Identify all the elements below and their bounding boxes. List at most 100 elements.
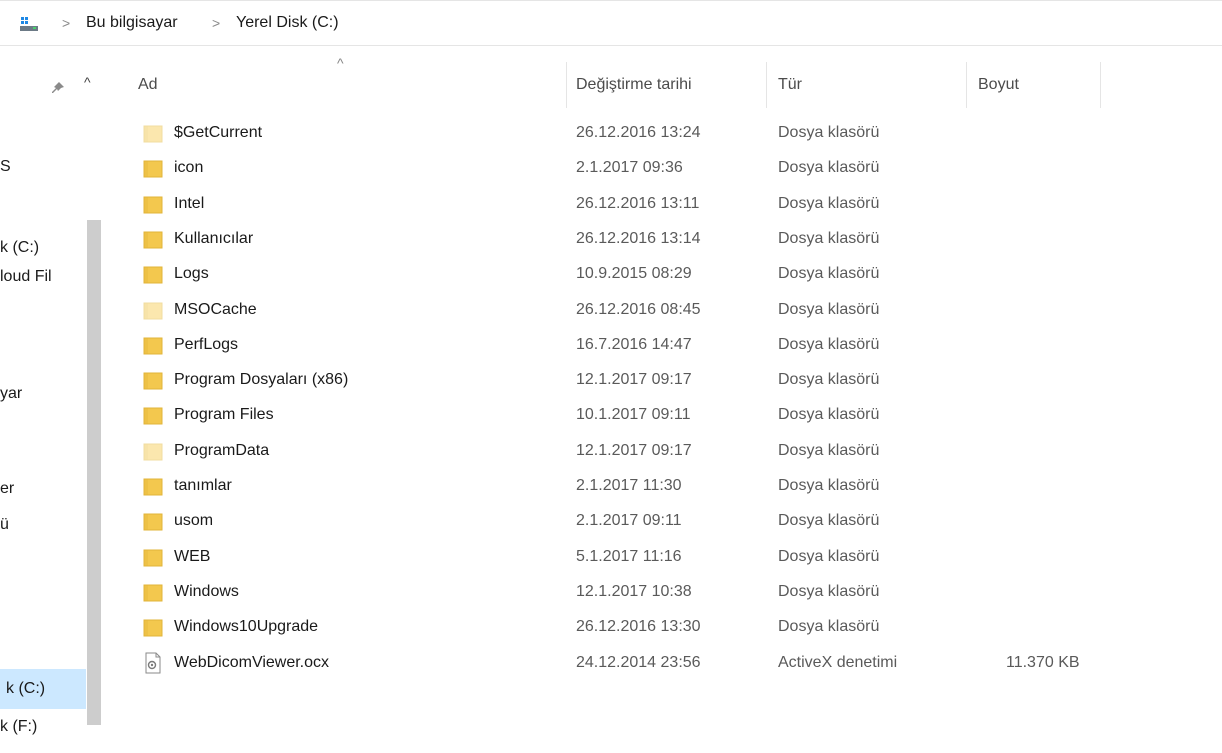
column-divider[interactable] bbox=[966, 62, 967, 108]
file-row[interactable]: MSOCache 26.12.2016 08:45 Dosya klasörü bbox=[130, 293, 1110, 328]
breadcrumb-separator[interactable]: > bbox=[212, 15, 220, 31]
file-row[interactable]: icon 2.1.2017 09:36 Dosya klasörü bbox=[130, 151, 1110, 186]
file-name: usom bbox=[174, 512, 214, 530]
file-name: MSOCache bbox=[174, 300, 257, 318]
file-row[interactable]: Intel 26.12.2016 13:11 Dosya klasörü bbox=[130, 187, 1110, 222]
folder-hidden-icon bbox=[143, 125, 163, 143]
file-type: Dosya klasörü bbox=[778, 300, 880, 318]
file-row[interactable]: ProgramData 12.1.2017 09:17 Dosya klasörü bbox=[130, 434, 1110, 469]
file-name: icon bbox=[174, 159, 204, 177]
breadcrumb-separator[interactable]: > bbox=[62, 15, 70, 31]
file-date: 26.12.2016 08:45 bbox=[576, 300, 701, 318]
nav-item[interactable]: yar bbox=[0, 385, 86, 403]
file-type: Dosya klasörü bbox=[778, 124, 880, 141]
file-row[interactable]: usom 2.1.2017 09:11 Dosya klasörü bbox=[130, 504, 1110, 539]
file-row[interactable]: Program Files 10.1.2017 09:11 Dosya klasör… bbox=[130, 398, 1110, 433]
file-type: Dosya klasörü bbox=[778, 265, 880, 283]
nav-item[interactable]: S bbox=[0, 158, 86, 176]
file-row[interactable]: Logs 10.9.2015 08:29 Dosya klasörü bbox=[130, 257, 1110, 292]
file-date: 26.12.2016 13:24 bbox=[576, 124, 701, 141]
nav-item[interactable]: k (F:) bbox=[0, 718, 86, 736]
file-row[interactable]: WebDicomViewer.ocx 24.12.2014 23:56 Active… bbox=[130, 646, 1110, 681]
file-date: 5.1.2017 11:16 bbox=[576, 547, 682, 565]
column-divider[interactable] bbox=[766, 62, 767, 108]
file-ocx-icon bbox=[145, 652, 161, 673]
folder-icon bbox=[143, 478, 163, 496]
file-date: 12.1.2017 09:17 bbox=[576, 371, 692, 389]
folder-icon bbox=[143, 196, 163, 214]
file-name: Kullanıcılar bbox=[174, 229, 254, 247]
file-date: 26.12.2016 13:14 bbox=[576, 229, 701, 247]
file-date: 10.9.2015 08:29 bbox=[576, 265, 692, 283]
file-name: Intel bbox=[174, 194, 205, 212]
file-name: Program Files bbox=[174, 406, 274, 424]
file-type: Dosya klasörü bbox=[778, 371, 880, 389]
file-name: $GetCurrent bbox=[174, 124, 263, 141]
file-name: ProgramData bbox=[174, 441, 270, 459]
folder-icon bbox=[143, 231, 163, 249]
file-date: 10.1.2017 09:11 bbox=[576, 406, 691, 424]
file-date: 2.1.2017 09:36 bbox=[576, 159, 683, 177]
file-row[interactable]: Windows10Upgrade 26.12.2016 13:30 Dosya kl… bbox=[130, 610, 1110, 645]
file-name: Windows bbox=[174, 582, 239, 600]
column-header-type[interactable]: Tür bbox=[778, 62, 802, 108]
nav-item[interactable]: er bbox=[0, 480, 86, 498]
column-header-date[interactable]: Değiştirme tarihi bbox=[576, 62, 692, 108]
address-bar[interactable]: > Bu bilgisayar > Yerel Disk (C:) bbox=[0, 0, 1222, 46]
file-row[interactable]: Windows 12.1.2017 10:38 Dosya klasörü bbox=[130, 575, 1110, 610]
folder-hidden-icon bbox=[143, 443, 163, 461]
file-name: Windows10Upgrade bbox=[174, 618, 319, 636]
nav-item[interactable]: k (C:) bbox=[0, 239, 86, 257]
file-row[interactable]: PerfLogs 16.7.2016 14:47 Dosya klasörü bbox=[130, 328, 1110, 363]
file-row[interactable]: tanımlar 2.1.2017 11:30 Dosya klasörü bbox=[130, 469, 1110, 504]
file-row[interactable]: Kullanıcılar 26.12.2016 13:14 Dosya klasör… bbox=[130, 222, 1110, 257]
navigation-pane: ^ S k (C:) loud Fil yar er ü k (C:) k (F… bbox=[0, 46, 104, 753]
file-name: Program Dosyaları (x86) bbox=[174, 371, 349, 389]
file-type: ActiveX denetimi bbox=[778, 653, 898, 671]
file-type: Dosya klasörü bbox=[778, 512, 880, 530]
file-type: Dosya klasörü bbox=[778, 194, 880, 212]
nav-scroll-up-icon[interactable]: ^ bbox=[84, 74, 91, 90]
file-name: Logs bbox=[174, 265, 209, 283]
file-date: 26.12.2016 13:11 bbox=[576, 194, 700, 212]
file-row[interactable]: WEB 5.1.2017 11:16 Dosya klasörü bbox=[130, 540, 1110, 575]
folder-icon bbox=[143, 407, 163, 425]
column-header-name[interactable]: Ad bbox=[138, 62, 158, 108]
pin-icon[interactable] bbox=[50, 80, 66, 96]
column-divider[interactable] bbox=[1100, 62, 1101, 108]
file-date: 24.12.2014 23:56 bbox=[576, 653, 701, 671]
folder-icon bbox=[143, 337, 163, 355]
folder-icon bbox=[143, 513, 163, 531]
file-date: 2.1.2017 11:30 bbox=[576, 477, 682, 494]
nav-item-selected[interactable]: k (C:) bbox=[0, 669, 86, 709]
file-row[interactable]: Program Dosyaları (x86) 12.1.2017 09:17 Do… bbox=[130, 363, 1110, 398]
folder-icon bbox=[143, 584, 163, 602]
nav-item[interactable]: loud Fil bbox=[0, 268, 86, 286]
folder-hidden-icon bbox=[143, 302, 163, 319]
file-name: WEB bbox=[174, 547, 211, 565]
file-type: Dosya klasörü bbox=[778, 159, 880, 177]
file-type: Dosya klasörü bbox=[778, 582, 880, 600]
file-row[interactable]: $GetCurrent 26.12.2016 13:24 Dosya klasörü bbox=[130, 116, 1110, 151]
file-type: Dosya klasörü bbox=[778, 547, 880, 565]
file-type: Dosya klasörü bbox=[778, 477, 880, 494]
file-type: Dosya klasörü bbox=[778, 441, 880, 459]
file-type: Dosya klasörü bbox=[778, 618, 880, 636]
breadcrumb-this-pc[interactable]: Bu bilgisayar bbox=[86, 14, 178, 32]
folder-icon bbox=[143, 549, 163, 567]
file-size: 11.370 KB bbox=[1006, 653, 1080, 671]
file-type: Dosya klasörü bbox=[778, 335, 880, 353]
nav-scrollbar[interactable] bbox=[87, 220, 101, 725]
file-type: Dosya klasörü bbox=[778, 406, 880, 424]
this-pc-icon bbox=[20, 17, 38, 31]
file-date: 2.1.2017 09:11 bbox=[576, 512, 682, 530]
column-divider[interactable] bbox=[566, 62, 567, 108]
nav-item[interactable]: ü bbox=[0, 516, 86, 534]
breadcrumb-local-disk[interactable]: Yerel Disk (C:) bbox=[236, 14, 339, 32]
folder-icon bbox=[143, 160, 163, 178]
folder-icon bbox=[143, 266, 163, 284]
column-header-size[interactable]: Boyut bbox=[978, 62, 1019, 108]
file-date: 26.12.2016 13:30 bbox=[576, 618, 701, 636]
folder-icon bbox=[143, 619, 163, 637]
file-name: PerfLogs bbox=[174, 335, 239, 353]
